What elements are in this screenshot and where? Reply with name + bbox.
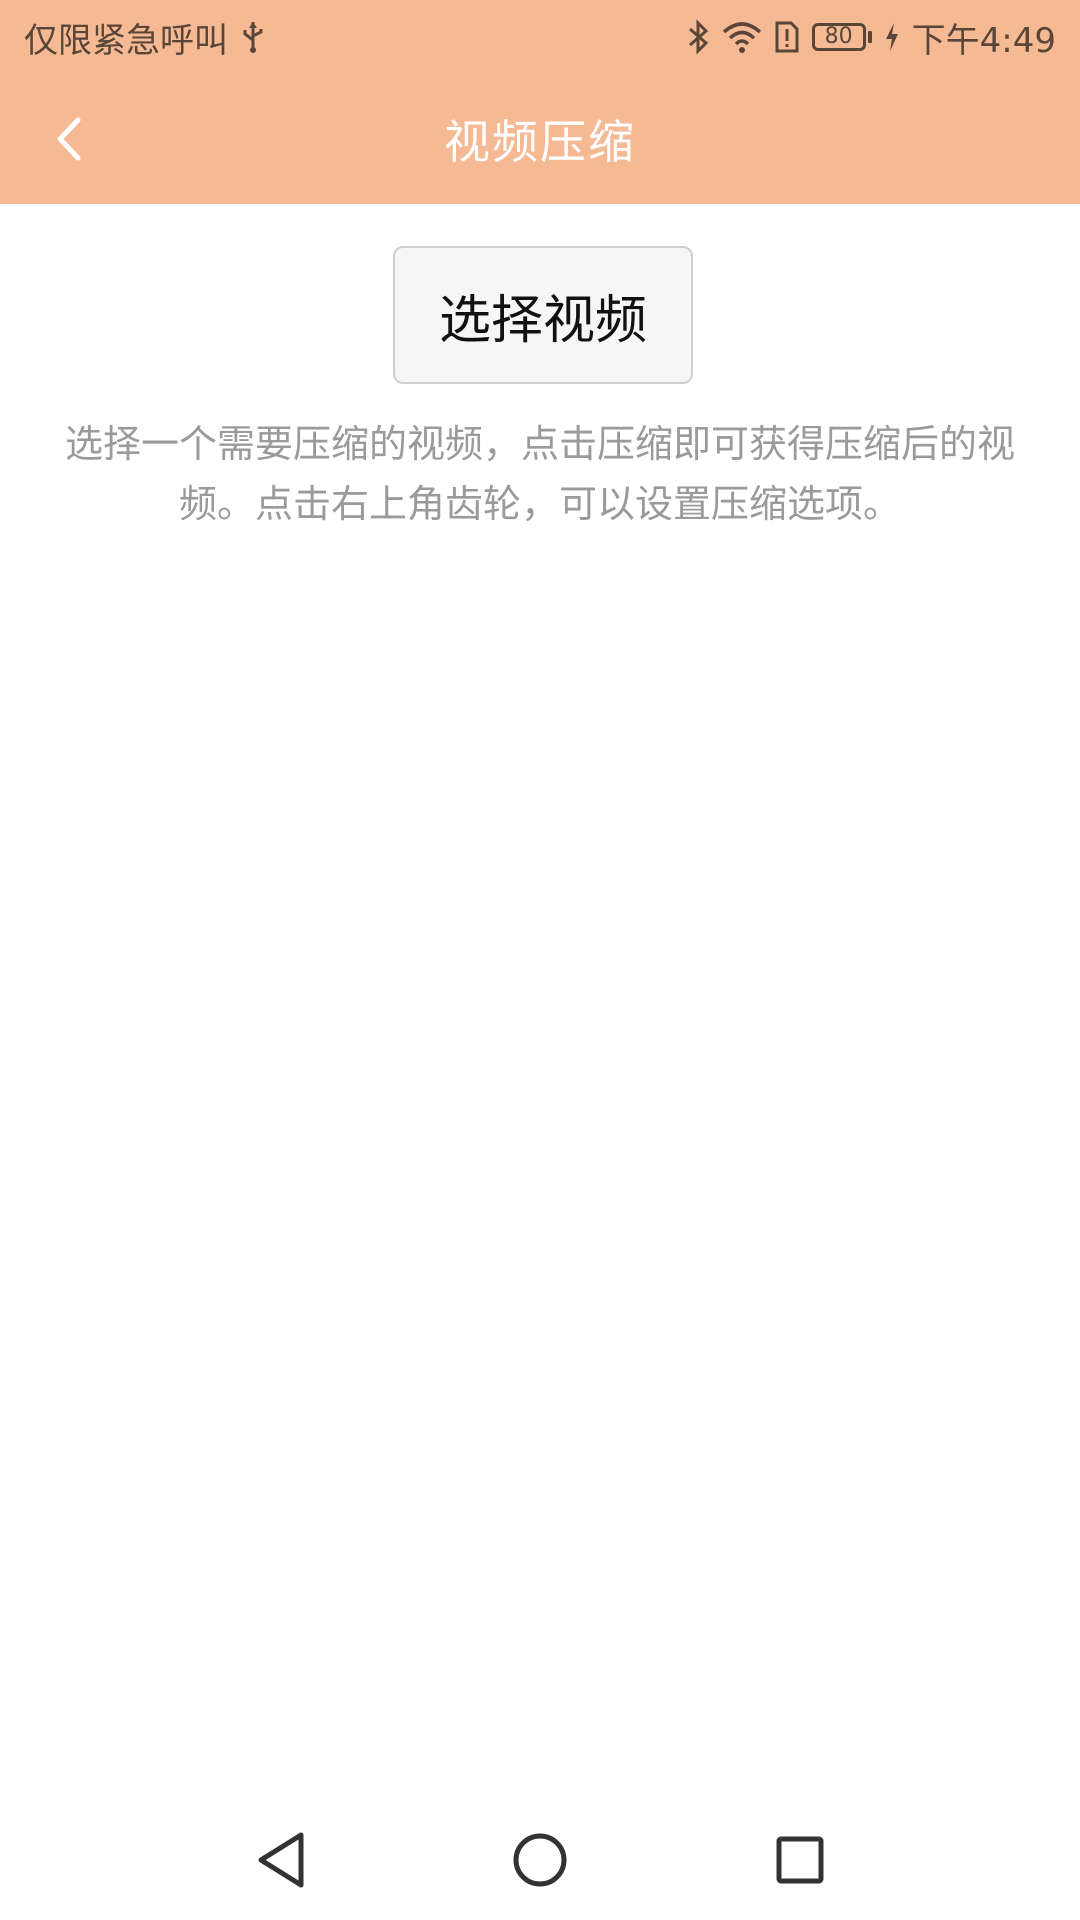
back-button[interactable]: [30, 99, 110, 179]
system-nav-bar: [0, 1800, 1080, 1920]
battery-level: 80: [811, 23, 866, 51]
status-time: 下午4:49: [911, 20, 1056, 61]
status-right: 80 下午4:49: [686, 13, 1056, 62]
charging-icon: [884, 22, 900, 52]
carrier-text: 仅限紧急呼叫: [24, 20, 228, 61]
status-left: 仅限紧急呼叫: [24, 13, 266, 62]
nav-back-button[interactable]: [245, 1825, 315, 1895]
back-arrow-icon: [57, 117, 81, 161]
nav-back-icon: [258, 1832, 304, 1888]
usb-icon: [240, 20, 266, 54]
nav-home-icon: [513, 1833, 567, 1887]
bluetooth-icon: [686, 19, 710, 55]
status-bar: 仅限紧急呼叫 80 下午4:49: [0, 0, 1080, 74]
wifi-icon: [722, 20, 762, 54]
nav-recents-button[interactable]: [765, 1825, 835, 1895]
battery-icon: 80: [811, 23, 872, 51]
nav-home-button[interactable]: [505, 1825, 575, 1895]
main-content: 选择视频 选择一个需要压缩的视频，点击压缩即可获得压缩后的视频。点击右上角齿轮，…: [0, 204, 1080, 1800]
page-title: 视频压缩: [444, 115, 636, 169]
nav-recents-icon: [776, 1836, 824, 1884]
select-video-button[interactable]: 选择视频: [393, 246, 693, 384]
app-toolbar: 视频压缩: [0, 74, 1080, 204]
instruction-text: 选择一个需要压缩的视频，点击压缩即可获得压缩后的视频。点击右上角齿轮，可以设置压…: [64, 422, 1015, 526]
sim-alert-icon: [774, 20, 800, 54]
